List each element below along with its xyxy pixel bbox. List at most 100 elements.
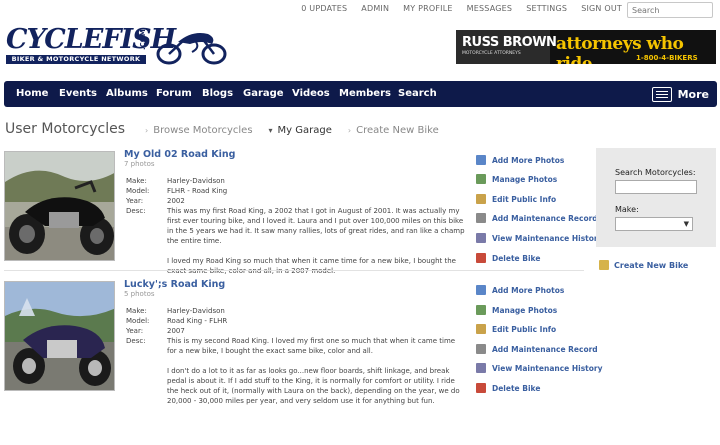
motorcycle-photo-icon	[5, 152, 114, 260]
sidebar-create-new-bike-link[interactable]: Create New Bike	[599, 260, 688, 270]
description-paragraph: This is my second Road King. I loved my …	[167, 337, 456, 355]
manage-photos-link[interactable]: Manage Photos	[476, 305, 557, 315]
bike-photo[interactable]	[4, 281, 115, 391]
action-label: View Maintenance History	[492, 233, 603, 243]
delete-bike-link[interactable]: Delete Bike	[476, 383, 540, 393]
motorcycle-photo-icon	[5, 282, 114, 390]
wrench-icon	[476, 344, 486, 354]
sign-out-link[interactable]: SIGN OUT	[581, 4, 622, 13]
updates-link[interactable]: 0 UPDATES	[301, 4, 347, 13]
add-maintenance-record-link[interactable]: Add Maintenance Record	[476, 213, 598, 223]
my-profile-link[interactable]: MY PROFILE	[403, 4, 452, 13]
action-label: Add Maintenance Record	[492, 213, 598, 223]
add-more-photos-link[interactable]: Add More Photos	[476, 155, 564, 165]
model-value: Road King - FLHR	[167, 317, 228, 325]
search-motorcycles-label: Search Motorcycles:	[615, 168, 696, 177]
top-search-input[interactable]	[627, 2, 713, 18]
nav-albums[interactable]: Albums	[106, 81, 148, 107]
browse-motorcycles-label: Browse Motorcycles	[153, 125, 253, 136]
site-logo[interactable]: CYCLEFISH .COM BIKER & MOTORCYCLE NETWOR…	[6, 26, 228, 68]
create-new-bike-label: Create New Bike	[356, 125, 439, 136]
nav-videos[interactable]: Videos	[292, 81, 330, 107]
listing-divider	[4, 270, 584, 271]
delete-icon	[476, 253, 486, 263]
action-label: Delete Bike	[492, 383, 541, 393]
manage-photos-link[interactable]: Manage Photos	[476, 174, 557, 184]
view-maintenance-history-link[interactable]: View Maintenance History	[476, 363, 603, 373]
edit-icon	[476, 194, 486, 204]
add-bike-icon	[599, 260, 609, 270]
ad-brand-name: RUSS BROWN	[462, 35, 557, 50]
nav-search[interactable]: Search	[398, 81, 437, 107]
action-label: Manage Photos	[492, 174, 558, 184]
description-paragraph: I loved my Road King so much that when i…	[167, 257, 456, 275]
view-maintenance-history-link[interactable]: View Maintenance History	[476, 233, 603, 243]
bike-listing: Lucky';s Road King 5 photos Make: Harley-…	[4, 277, 603, 405]
nav-forum[interactable]: Forum	[156, 81, 192, 107]
photo-count: 7 photos	[124, 160, 155, 168]
action-label: View Maintenance History	[492, 363, 603, 373]
action-label: Add Maintenance Record	[492, 344, 598, 354]
year-value: 2007	[167, 327, 185, 335]
bike-description: This was my first Road King, a 2002 that…	[167, 206, 465, 286]
edit-public-info-link[interactable]: Edit Public Info	[476, 194, 556, 204]
create-new-bike-link[interactable]: › Create New Bike	[348, 125, 439, 136]
settings-link[interactable]: SETTINGS	[526, 4, 567, 13]
edit-public-info-link[interactable]: Edit Public Info	[476, 324, 556, 334]
description-paragraph: I don't do a lot to it as far as looks g…	[167, 367, 460, 405]
messages-link[interactable]: MESSAGES	[467, 4, 513, 13]
hamburger-icon	[651, 86, 672, 102]
logo-tagline: BIKER & MOTORCYCLE NETWORK	[6, 55, 146, 64]
action-label: Edit Public Info	[492, 194, 557, 204]
admin-link[interactable]: ADMIN	[361, 4, 389, 13]
bike-title-link[interactable]: My Old 02 Road King	[124, 149, 235, 160]
nav-garage[interactable]: Garage	[243, 81, 284, 107]
photos-icon	[476, 174, 486, 184]
add-photos-icon	[476, 285, 486, 295]
chevron-right-icon: ›	[347, 126, 352, 135]
action-label: Add More Photos	[492, 155, 565, 165]
bike-listing: My Old 02 Road King 7 photos Make: Harley…	[4, 147, 603, 275]
nav-blogs[interactable]: Blogs	[202, 81, 233, 107]
nav-events[interactable]: Events	[59, 81, 97, 107]
ad-phone: 1-800-4-BIKERS	[636, 54, 698, 62]
chevron-right-icon: ›	[145, 126, 149, 135]
ad-banner[interactable]: RUSS BROWN MOTORCYCLE ATTORNEYS attorney…	[456, 30, 716, 64]
photos-icon	[476, 305, 486, 315]
chevron-down-icon: ▾	[268, 126, 273, 135]
nav-members[interactable]: Members	[339, 81, 391, 107]
description-paragraph: This was my first Road King, a 2002 that…	[167, 207, 465, 245]
ad-brand-sub: MOTORCYCLE ATTORNEYS	[462, 51, 521, 56]
main-nav: Home Events Albums Forum Blogs Garage Vi…	[4, 81, 717, 107]
motorcycle-logo-icon	[156, 33, 227, 65]
chevron-down-icon: ▼	[683, 220, 689, 228]
bike-description: This is my second Road King. I loved my …	[167, 336, 465, 416]
add-maintenance-record-link[interactable]: Add Maintenance Record	[476, 344, 598, 354]
edit-icon	[476, 324, 486, 334]
more-label: More	[677, 87, 709, 101]
my-garage-link[interactable]: ▾ My Garage	[269, 125, 332, 136]
search-motorcycles-input[interactable]	[615, 180, 697, 194]
year-value: 2002	[167, 197, 185, 205]
make-filter-label: Make:	[615, 205, 639, 214]
search-sidebar: Search Motorcycles: Make: ▼	[596, 148, 716, 247]
make-select[interactable]: ▼	[615, 217, 693, 231]
action-label: Edit Public Info	[492, 324, 557, 334]
wrench-icon	[476, 213, 486, 223]
more-menu-button[interactable]: More	[651, 85, 709, 103]
top-utility-nav: 0 UPDATES ADMIN MY PROFILE MESSAGES SETT…	[301, 4, 622, 13]
logo-dotcom: .COM	[139, 29, 147, 50]
garage-subnav: › Browse Motorcycles ▾ My Garage › Create N…	[145, 125, 439, 136]
make-value: Harley-Davidson	[167, 177, 225, 185]
add-more-photos-link[interactable]: Add More Photos	[476, 285, 564, 295]
wrench-icon	[476, 363, 486, 373]
action-label: Delete Bike	[492, 253, 541, 263]
add-photos-icon	[476, 155, 486, 165]
bike-title-link[interactable]: Lucky';s Road King	[124, 279, 225, 290]
page-title: User Motorcycles	[5, 121, 125, 137]
bike-photo[interactable]	[4, 151, 115, 261]
browse-motorcycles-link[interactable]: › Browse Motorcycles	[145, 125, 253, 136]
photo-count: 5 photos	[124, 290, 155, 298]
delete-bike-link[interactable]: Delete Bike	[476, 253, 540, 263]
nav-home[interactable]: Home	[16, 81, 48, 107]
